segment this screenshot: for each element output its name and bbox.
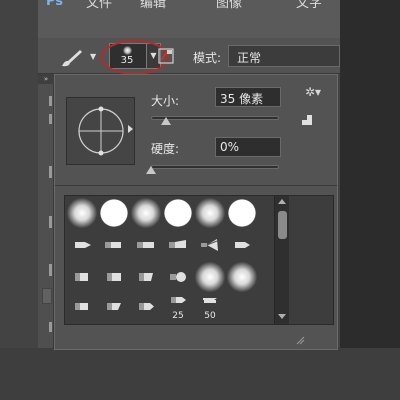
- brush-tip-angled[interactable]: [131, 262, 161, 292]
- menu-bar: Ps 文件 编辑 图像 文字: [38, 0, 340, 38]
- tool-item[interactable]: [49, 322, 52, 332]
- scroll-thumb[interactable]: [278, 211, 287, 239]
- size-input[interactable]: 35 像素: [215, 87, 281, 107]
- collapse-panel-icon[interactable]: »: [38, 74, 54, 84]
- brush-tip-round-point[interactable]: [131, 292, 161, 322]
- tool-item[interactable]: [49, 264, 52, 276]
- hardness-slider[interactable]: [151, 165, 279, 169]
- scroll-up-icon[interactable]: [278, 199, 286, 204]
- menu-image[interactable]: 图像: [216, 0, 242, 11]
- tool-widget[interactable]: [42, 288, 52, 304]
- brush-tip-soft[interactable]: [67, 198, 97, 228]
- menu-file[interactable]: 文件: [86, 0, 112, 11]
- brush-tip-soft[interactable]: [195, 198, 225, 228]
- photoshop-window: Ps 文件 编辑 图像 文字 ▼ 35 ▼ 模式: 正常 » 大小: 35 像素…: [0, 0, 400, 400]
- new-preset-icon[interactable]: [301, 114, 313, 126]
- tool-item[interactable]: [49, 96, 52, 106]
- tool-item[interactable]: [49, 166, 52, 178]
- brush-tip-hard[interactable]: [99, 198, 129, 228]
- brush-preset-popup: 大小: 35 像素 ✲▾ 硬度: 0% 25 50: [54, 74, 338, 350]
- brush-tip-flat[interactable]: [99, 262, 129, 292]
- tools-panel: »: [38, 74, 54, 348]
- brush-tip-flat[interactable]: [67, 292, 97, 322]
- brush-tip-round-point[interactable]: [67, 230, 97, 260]
- brush-tip-size-label: 25: [172, 311, 184, 321]
- brush-tip-round-point[interactable]: [227, 230, 257, 260]
- brush-tip-fan[interactable]: [195, 230, 225, 260]
- hardness-slider-thumb[interactable]: [146, 166, 156, 174]
- size-slider-thumb[interactable]: [161, 117, 172, 125]
- tool-item[interactable]: [49, 114, 52, 124]
- brush-tip-grid: 25 50: [64, 195, 334, 325]
- brush-angle-preview[interactable]: [66, 97, 135, 165]
- brush-tool-icon[interactable]: [58, 46, 88, 68]
- brush-tip-angled[interactable]: [99, 292, 129, 322]
- panel-divider: [55, 185, 337, 186]
- menu-type[interactable]: 文字: [296, 0, 322, 11]
- crosshair-icon: [78, 106, 124, 156]
- brush-tip-flat[interactable]: [99, 230, 129, 260]
- scroll-down-icon[interactable]: [278, 314, 286, 319]
- hardness-input[interactable]: 0%: [215, 137, 281, 157]
- size-label: 大小:: [151, 94, 180, 108]
- preview-arrow-icon: [128, 125, 133, 133]
- tool-preset-arrow-icon[interactable]: ▼: [90, 52, 96, 61]
- options-bar: ▼ 35 ▼ 模式: 正常: [38, 38, 340, 75]
- brush-tip-angled[interactable]: [163, 230, 193, 260]
- ps-logo: Ps: [46, 0, 64, 9]
- brush-tip-size-label: 50: [204, 311, 216, 321]
- brush-tip-soft[interactable]: [131, 198, 161, 228]
- brush-tip-hard[interactable]: [163, 198, 193, 228]
- tool-item[interactable]: [49, 216, 52, 228]
- brush-grid-scrollbar[interactable]: [274, 196, 289, 324]
- mode-label: 模式:: [193, 51, 222, 65]
- resize-grip-icon[interactable]: [295, 335, 305, 345]
- hardness-label: 硬度:: [151, 142, 180, 156]
- brush-tip-flat[interactable]: [131, 230, 161, 260]
- gear-icon[interactable]: ✲▾: [305, 85, 321, 99]
- brush-panel-toggle-icon[interactable]: [156, 46, 176, 66]
- brush-tip-soft[interactable]: [227, 262, 257, 292]
- canvas-area: [340, 0, 400, 400]
- brush-tip-flat[interactable]: [67, 262, 97, 292]
- menu-edit[interactable]: 编辑: [140, 0, 166, 11]
- mode-select[interactable]: 正常: [228, 45, 340, 67]
- workspace-bottom: [0, 348, 400, 400]
- brush-tip-hard[interactable]: [227, 198, 257, 228]
